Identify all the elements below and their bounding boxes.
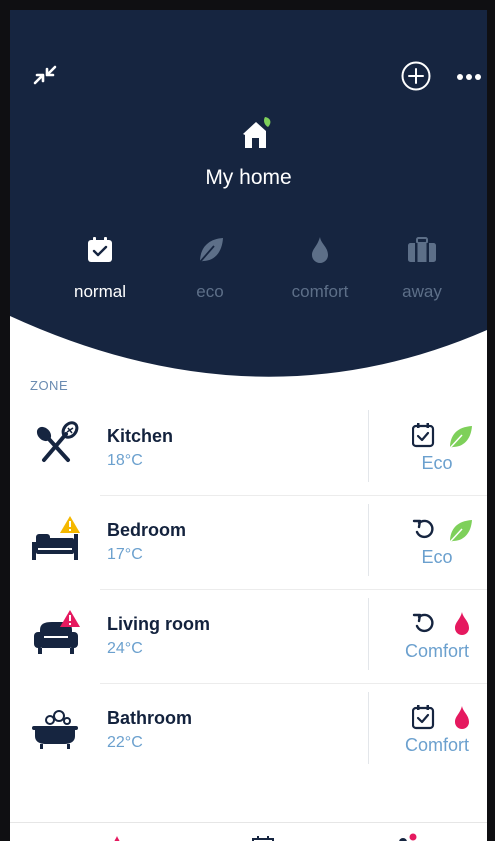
mode-label: normal [74,282,126,301]
mode-eco[interactable]: eco [160,230,260,310]
zone-name: Bathroom [107,708,192,728]
kitchen-utensils-icon [36,421,79,462]
mode-away[interactable]: away [372,230,472,310]
bottom-tab-flame-icon[interactable] [102,830,132,841]
mode-label: eco [196,282,224,301]
zone-mode-label: Comfort [404,641,469,661]
calendar-check-icon [412,705,435,730]
zone-row-kitchen[interactable]: Kitchen 18°C Eco [10,402,487,496]
bed-icon [32,516,80,560]
suitcase-icon [408,237,436,262]
leaf-icon [199,238,223,263]
calendar-icon [88,237,112,262]
leaf-icon [449,426,472,449]
mode-normal[interactable]: normal [50,230,150,310]
zone-temperature: 18°C [107,452,143,469]
divider [368,410,369,482]
mode-comfort[interactable]: comfort [270,230,370,310]
flame-icon [455,706,469,729]
device-frame-top [0,0,495,10]
zone-temperature: 22°C [107,734,143,751]
mode-selector: normal eco comfort away [50,230,470,310]
divider [368,692,369,764]
bottom-tab-calendar-icon[interactable] [248,830,278,841]
bathtub-icon [32,710,78,749]
zone-status-icons [412,519,472,543]
device-frame-left [0,0,10,841]
zone-heading: ZONE [30,378,69,393]
zone-status-icons [412,705,469,730]
manual-override-icon [412,519,434,539]
device-frame-right [487,0,495,841]
app-screen: My home normal eco comfort away ZONE Kit… [0,0,495,841]
armchair-icon [34,610,80,654]
bottom-nav-divider [10,822,487,823]
collapse-arrows-icon [33,65,57,85]
home-title: My home [205,166,292,189]
home-header: My home normal eco comfort away [10,10,487,380]
leaf-icon [449,520,472,543]
divider [368,504,369,576]
flame-icon [455,612,469,635]
zone-status-icons [412,612,469,635]
zone-row-bedroom[interactable]: Bedroom 17°C Eco [10,496,487,590]
plus-circle-icon [401,61,431,91]
divider [368,598,369,670]
bottom-tab-users-icon[interactable] [392,830,422,841]
zone-mode-label: Comfort [404,735,469,755]
more-dots-icon [457,74,481,80]
zone-name: Kitchen [107,426,174,446]
flame-icon [312,237,328,263]
zone-temperature: 24°C [107,640,143,657]
zone-name: Living room [107,614,210,634]
zone-status-icons [412,423,472,449]
zone-mode-label: Eco [421,547,453,567]
zone-mode-label: Eco [421,453,453,473]
zone-row-bathroom[interactable]: Bathroom 22°C Comfort [10,684,487,778]
home-icon [243,117,271,148]
more-options-button[interactable] [452,62,486,92]
mode-label: away [402,282,442,301]
collapse-button[interactable] [28,58,62,92]
add-button[interactable] [398,58,434,94]
calendar-check-icon [412,423,435,448]
mode-label: comfort [291,282,349,301]
manual-override-icon [412,613,434,633]
zone-temperature: 17°C [107,546,143,563]
zone-row-living-room[interactable]: Living room 24°C Comfort [10,590,487,684]
zone-name: Bedroom [107,520,187,540]
